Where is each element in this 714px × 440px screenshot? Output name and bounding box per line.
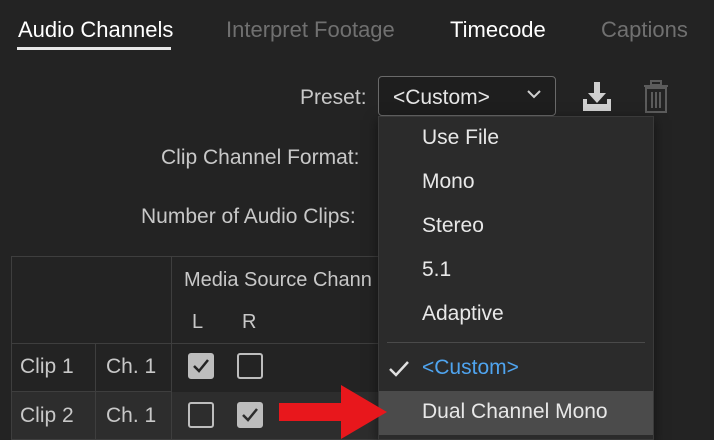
menu-separator: [387, 342, 645, 343]
clip2-left-checkbox[interactable]: [188, 402, 214, 428]
tab-timecode[interactable]: Timecode: [450, 17, 546, 43]
table-row: Clip 1: [12, 344, 96, 392]
menu-item-dual-channel-mono[interactable]: Dual Channel Mono: [379, 391, 653, 435]
channel-label: Ch. 1: [106, 404, 157, 427]
media-source-header-label: Media Source Chann: [184, 269, 372, 291]
menu-item-label: Adaptive: [422, 302, 504, 325]
left-channel-label: L: [192, 311, 204, 333]
menu-item-use-file[interactable]: Use File: [379, 117, 653, 161]
tab-captions[interactable]: Captions: [601, 17, 688, 43]
tab-bar: Audio Channels Interpret Footage Timecod…: [0, 0, 714, 62]
checkmark-icon: [193, 359, 209, 373]
menu-item-5-1[interactable]: 5.1: [379, 249, 653, 293]
preset-value: <Custom>: [393, 86, 490, 109]
channel-label: Ch. 1: [106, 355, 157, 378]
preset-label: Preset:: [300, 86, 367, 109]
table-row: Clip 2: [12, 392, 96, 440]
clip1-left-checkbox[interactable]: [188, 353, 214, 379]
menu-item-adaptive[interactable]: Adaptive: [379, 293, 653, 337]
channel-cell: Ch. 1: [96, 392, 172, 440]
menu-item-label: 5.1: [422, 258, 452, 281]
checkmark-icon: [242, 408, 258, 422]
check-icon: [389, 361, 409, 377]
menu-item-label: Stereo: [422, 214, 484, 237]
chevron-down-icon: [527, 90, 541, 99]
right-channel-label: R: [242, 311, 257, 333]
menu-item-stereo[interactable]: Stereo: [379, 205, 653, 249]
active-tab-indicator: [17, 47, 171, 50]
tab-audio-channels[interactable]: Audio Channels: [18, 17, 173, 43]
trash-icon[interactable]: [642, 80, 670, 114]
clip2-right-checkbox[interactable]: [237, 402, 263, 428]
channel-cell: Ch. 1: [96, 344, 172, 392]
number-of-audio-clips-label: Number of Audio Clips:: [141, 205, 356, 228]
red-arrow-icon: [279, 385, 387, 439]
clip-label: Clip 2: [20, 404, 74, 427]
media-source-header: Media Source Chann L R: [172, 256, 412, 344]
menu-item-label: Use File: [422, 126, 500, 149]
menu-item-label: Dual Channel Mono: [422, 400, 608, 423]
grid-header-corner: [12, 256, 172, 344]
clip1-right-checkbox[interactable]: [237, 353, 263, 379]
clip-label: Clip 1: [20, 355, 74, 378]
menu-item-label: Mono: [422, 170, 475, 193]
menu-item-mono[interactable]: Mono: [379, 161, 653, 205]
menu-item-label: <Custom>: [422, 356, 519, 379]
tab-interpret-footage[interactable]: Interpret Footage: [226, 17, 395, 43]
download-icon[interactable]: [580, 80, 614, 114]
menu-item-custom[interactable]: <Custom>: [379, 347, 653, 391]
preset-dropdown-menu: Use File Mono Stereo 5.1 Adaptive <Custo…: [378, 116, 654, 440]
clip-channel-format-label: Clip Channel Format:: [161, 146, 360, 169]
preset-select[interactable]: <Custom>: [378, 76, 556, 116]
